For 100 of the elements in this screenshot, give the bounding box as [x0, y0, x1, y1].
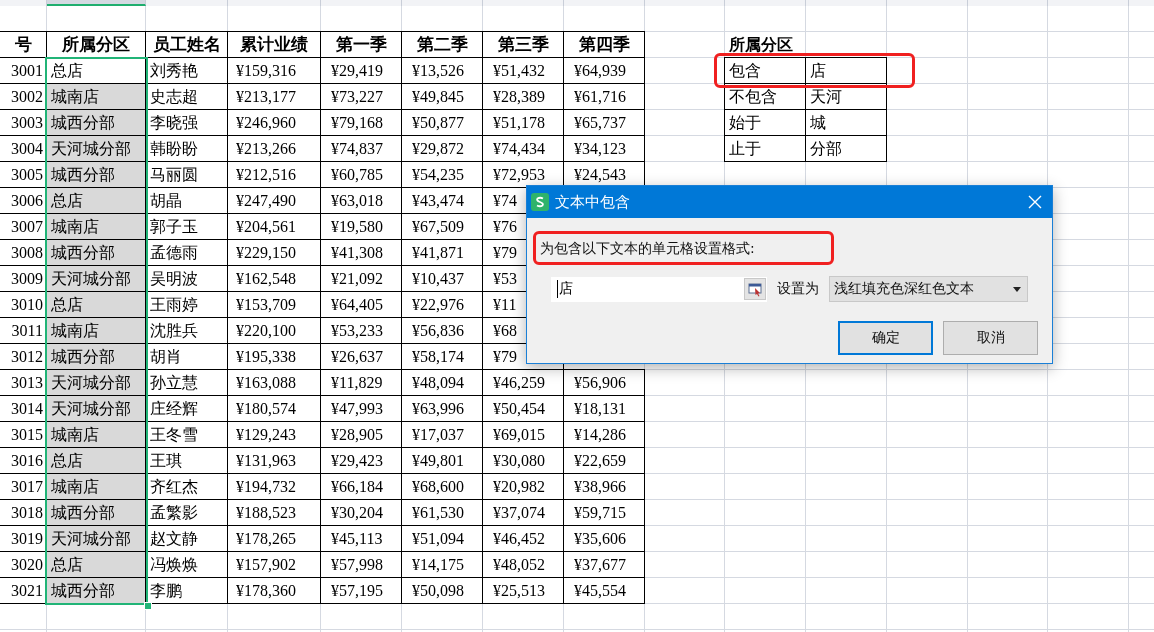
table-cell: 王冬雪 — [146, 422, 228, 448]
format-label: 设置为 — [777, 280, 819, 298]
column-letter-header[interactable] — [47, 0, 146, 6]
column-letter-header[interactable] — [0, 0, 47, 6]
table-cell: ¥178,360 — [228, 578, 321, 604]
table-cell: ¥64,939 — [564, 58, 645, 84]
table-cell: ¥14,286 — [564, 422, 645, 448]
table-cell: ¥37,677 — [564, 552, 645, 578]
column-header: 号 — [0, 31, 47, 58]
column-letter-header[interactable] — [321, 0, 402, 6]
table-cell: ¥195,338 — [228, 344, 321, 370]
table-cell: 吴明波 — [146, 266, 228, 292]
table-cell: ¥57,998 — [321, 552, 402, 578]
column-letter-header[interactable] — [402, 0, 483, 6]
table-cell: ¥180,574 — [228, 396, 321, 422]
table-cell: 城南店 — [47, 474, 146, 500]
table-cell: 李晓强 — [146, 110, 228, 136]
table-cell: ¥29,872 — [402, 136, 483, 162]
table-cell: ¥61,716 — [564, 84, 645, 110]
table-cell: ¥19,580 — [321, 214, 402, 240]
table-cell: ¥18,131 — [564, 396, 645, 422]
close-icon[interactable] — [1028, 195, 1042, 209]
text-field[interactable]: 店 — [551, 276, 767, 302]
column-letter-header[interactable] — [1129, 0, 1154, 6]
table-cell: 韩盼盼 — [146, 136, 228, 162]
column-header: 第四季 — [564, 31, 645, 58]
column-letter-header[interactable] — [806, 0, 887, 6]
table-cell: ¥220,100 — [228, 318, 321, 344]
table-cell: ¥60,785 — [321, 162, 402, 188]
table-cell: 孟德雨 — [146, 240, 228, 266]
table-cell: 天河 — [806, 84, 887, 110]
table-cell: ¥21,092 — [321, 266, 402, 292]
table-cell: ¥20,982 — [483, 474, 564, 500]
table-cell: 包含 — [724, 57, 806, 84]
table-cell: 城西分部 — [47, 162, 146, 188]
ok-button[interactable]: 确定 — [838, 321, 933, 355]
column-letter-header[interactable] — [725, 0, 806, 6]
table-cell: ¥69,015 — [483, 422, 564, 448]
table-cell: ¥131,963 — [228, 448, 321, 474]
table-cell: ¥22,659 — [564, 448, 645, 474]
cancel-button[interactable]: 取消 — [943, 321, 1038, 355]
table-cell: ¥14,175 — [402, 552, 483, 578]
table-cell: ¥74,434 — [483, 136, 564, 162]
table-cell: ¥68,600 — [402, 474, 483, 500]
table-cell: 城西分部 — [47, 578, 146, 604]
table-cell: ¥28,905 — [321, 422, 402, 448]
table-cell: ¥29,423 — [321, 448, 402, 474]
table-cell: ¥162,548 — [228, 266, 321, 292]
table-cell: ¥212,516 — [228, 162, 321, 188]
column-header: 第三季 — [483, 31, 564, 58]
table-cell: ¥153,709 — [228, 292, 321, 318]
table-cell: ¥188,523 — [228, 500, 321, 526]
format-dropdown[interactable]: 浅红填充色深红色文本 — [829, 276, 1028, 302]
column-header: 员工姓名 — [146, 31, 228, 58]
table-cell: ¥37,074 — [483, 500, 564, 526]
table-cell: 沈胜兵 — [146, 318, 228, 344]
table-cell: ¥204,561 — [228, 214, 321, 240]
table-cell: ¥194,732 — [228, 474, 321, 500]
table-cell: ¥46,259 — [483, 370, 564, 396]
table-cell: ¥48,094 — [402, 370, 483, 396]
column-header: 第二季 — [402, 31, 483, 58]
column-letter-header[interactable] — [228, 0, 321, 6]
table-cell: ¥159,316 — [228, 58, 321, 84]
column-letter-header[interactable] — [887, 0, 968, 6]
table-cell: 马丽圆 — [146, 162, 228, 188]
table-cell: 总店 — [47, 552, 146, 578]
fill-handle[interactable] — [144, 602, 152, 610]
column-letter-header[interactable] — [483, 0, 564, 6]
table-cell: ¥30,204 — [321, 500, 402, 526]
range-picker-icon[interactable] — [744, 278, 766, 300]
column-letter-header[interactable] — [564, 0, 645, 6]
table-cell: ¥213,177 — [228, 84, 321, 110]
table-cell: ¥65,737 — [564, 110, 645, 136]
column-letter-header[interactable] — [1048, 0, 1129, 6]
column-letter-header[interactable] — [968, 0, 1048, 6]
table-cell: ¥63,018 — [321, 188, 402, 214]
table-cell: 分部 — [806, 136, 887, 162]
table-cell: 城南店 — [47, 84, 146, 110]
table-cell: 店 — [806, 57, 887, 84]
table-cell: ¥41,308 — [321, 240, 402, 266]
table-cell: ¥54,235 — [402, 162, 483, 188]
column-letter-header[interactable] — [146, 0, 228, 6]
table-cell: 始于 — [724, 110, 806, 136]
table-cell: 天河城分部 — [47, 526, 146, 552]
table-cell: ¥79,168 — [321, 110, 402, 136]
table-cell: 胡肖 — [146, 344, 228, 370]
table-cell: ¥51,432 — [483, 58, 564, 84]
table-cell: ¥57,195 — [321, 578, 402, 604]
table-cell: ¥47,993 — [321, 396, 402, 422]
table-cell: 郭子玉 — [146, 214, 228, 240]
table-cell: ¥46,452 — [483, 526, 564, 552]
table-cell: 不包含 — [724, 84, 806, 110]
column-letter-header[interactable] — [645, 0, 725, 6]
table-cell: ¥157,902 — [228, 552, 321, 578]
table-cell: ¥129,243 — [228, 422, 321, 448]
table-cell: ¥35,606 — [564, 526, 645, 552]
table-cell: ¥59,715 — [564, 500, 645, 526]
table-cell: 城西分部 — [47, 240, 146, 266]
table-cell: ¥67,509 — [402, 214, 483, 240]
table-cell: ¥74,837 — [321, 136, 402, 162]
